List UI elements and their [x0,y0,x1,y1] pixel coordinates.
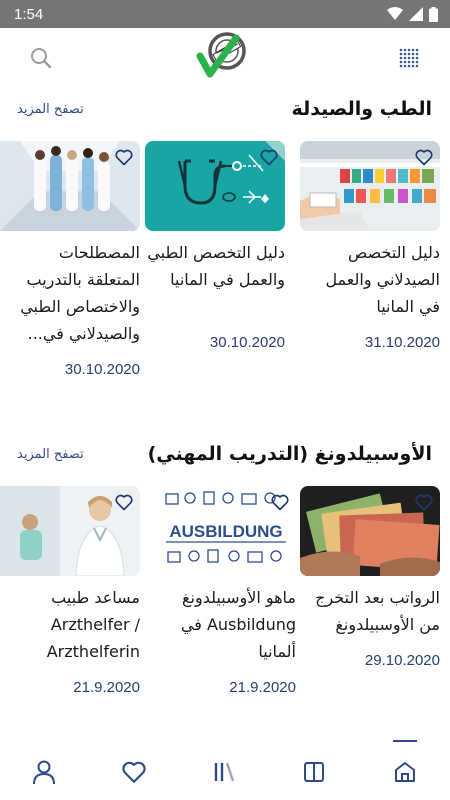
wifi-icon [387,7,403,20]
grid-dots-icon [399,48,419,68]
card-title: ماهو الأوسبيلدونغ Ausbildung في ألمانيا [180,588,296,661]
approved-check-logo [196,32,246,78]
article-card[interactable]: مساعد طبيب Arzthelfer / Arzthelferin 21.… [0,486,140,696]
favorite-heart-icon[interactable] [414,492,434,512]
card-title: مساعد طبيب Arzthelfer / Arzthelferin [46,588,140,661]
card-image [145,141,285,231]
card-image [300,141,440,231]
article-card[interactable]: المصطلحات المتعلقة بالتدريب والاختصاص ال… [0,141,140,378]
card-title: دليل التخصص الطبي والعمل في المانيا [147,243,285,289]
search-icon [31,48,52,69]
favorite-heart-icon[interactable] [114,147,134,167]
app-bar [0,28,450,90]
article-card[interactable]: AUSBILDUNG ماهو الأوسبيلدونغ Ausbildung … [156,486,296,696]
nav-profile[interactable] [28,756,60,788]
signal-icon [409,7,423,21]
battery-icon [429,6,438,22]
article-card[interactable]: الرواتب بعد التخرج من الأوسبيلدونغ 29.10… [300,486,440,669]
favorite-heart-icon[interactable] [270,492,290,512]
status-time: 1:54 [14,5,44,23]
bottom-navigation [0,740,450,800]
card-date: 30.10.2020 [209,334,285,351]
section-title: الأوسبيلدونغ (التدريب المهني) [147,443,432,465]
library-icon [214,762,235,782]
ausbildung-image-text: AUSBILDUNG [169,522,282,541]
status-bar: 1:54 [0,0,450,28]
article-card[interactable]: دليل التخصص الصيدلاني والعمل في المانيا … [300,141,440,351]
search-button[interactable] [27,44,55,72]
card-date: 21.9.2020 [73,679,140,696]
favorite-heart-icon[interactable] [259,147,279,167]
card-image [0,486,140,576]
home-icon [395,762,415,782]
card-image [0,141,140,231]
card-date: 21.9.2020 [229,679,296,696]
book-icon [304,762,324,782]
nav-library[interactable] [208,756,240,788]
card-title: المصطلحات المتعلقة بالتدريب والاختصاص ال… [20,243,140,343]
card-date: 30.10.2020 [64,361,140,378]
section-header-medicine: تصفح المزيد الطب والصيدلة [0,94,450,130]
card-image [300,486,440,576]
card-title: دليل التخصص الصيدلاني والعمل في المانيا [325,243,440,316]
card-title: الرواتب بعد التخرج من الأوسبيلدونغ [315,588,440,634]
nav-favorites[interactable] [118,756,150,788]
card-date: 29.10.2020 [364,652,440,669]
profile-icon [33,760,55,785]
browse-more-link[interactable]: تصفح المزيد [17,447,84,462]
section-title: الطب والصيدلة [291,98,432,120]
article-card[interactable]: دليل التخصص الطبي والعمل في المانيا 30.1… [145,141,285,351]
browse-more-link[interactable]: تصفح المزيد [17,102,84,117]
section-header-ausbildung: تصفح المزيد الأوسبيلدونغ (التدريب المهني… [0,439,450,475]
nav-reader[interactable] [298,756,330,788]
favorite-heart-icon[interactable] [414,147,434,167]
card-image: AUSBILDUNG [156,486,296,576]
heart-icon [122,761,146,783]
menu-button[interactable] [395,44,423,72]
nav-home[interactable] [389,756,421,788]
app-logo [196,30,248,80]
card-date: 31.10.2020 [364,334,440,351]
active-indicator [393,740,417,742]
status-icons [387,6,438,22]
favorite-heart-icon[interactable] [114,492,134,512]
